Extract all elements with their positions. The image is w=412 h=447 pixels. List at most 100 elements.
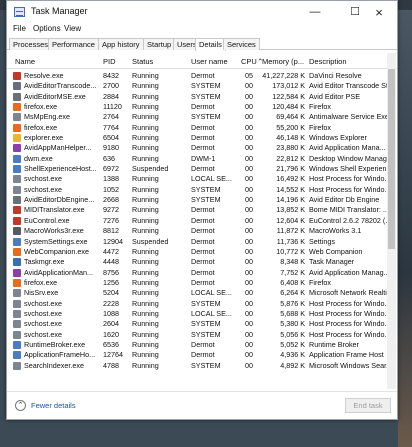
table-row[interactable]: ApplicationFrameHo... 12764 Running Dermot 0… — [7, 350, 397, 360]
process-icon — [13, 103, 21, 112]
cell-user: SYSTEM — [191, 319, 221, 329]
table-row[interactable]: NisSrv.exe 5204 Running LOCAL SE... 00 6,264 … — [7, 288, 397, 298]
cell-memory: 41,227,228 K — [262, 71, 305, 80]
cell-name: AvidEditorDbEngine... — [24, 195, 95, 205]
cell-cpu: 00 — [245, 174, 253, 184]
table-row[interactable]: RuntimeBroker.exe 6536 Running Dermot 00 5,05… — [7, 340, 397, 350]
cell-description: Windows Explorer — [309, 133, 367, 143]
table-row[interactable]: WebCompanion.exe 4472 Running Dermot 00 10,77… — [7, 247, 397, 257]
cell-user: SYSTEM — [191, 329, 221, 339]
table-row[interactable]: Taskmgr.exe 4448 Running Dermot 00 8,348 K Tas… — [7, 257, 397, 267]
process-icon — [13, 113, 21, 122]
chevron-up-icon[interactable]: ⌃ — [15, 400, 26, 411]
table-row[interactable]: AvidEditorMSE.exe 2884 Running SYSTEM 00 122,… — [7, 92, 397, 102]
tab-details[interactable]: Details — [195, 38, 226, 51]
cell-status: Running — [132, 288, 159, 298]
cell-pid: 11120 — [103, 102, 122, 112]
menu-view[interactable]: View — [64, 24, 81, 33]
scrollbar-thumb[interactable] — [388, 69, 395, 249]
cell-name: svchost.exe — [24, 308, 62, 318]
table-row[interactable]: AvidEditorDbEngine... 2668 Running SYSTEM 00… — [7, 195, 397, 205]
title-bar[interactable]: Task Manager — ☐ × — [7, 1, 397, 24]
cell-cpu: 00 — [245, 246, 253, 256]
table-row[interactable]: SearchIndexer.exe 4788 Running SYSTEM 00 4,89… — [7, 361, 397, 371]
cell-user: Dermot — [191, 205, 215, 215]
table-row[interactable]: svchost.exe 2604 Running SYSTEM 00 5,380 K Hos… — [7, 319, 397, 329]
tab-performance[interactable]: Performance — [48, 38, 99, 50]
table-row[interactable]: svchost.exe 1088 Running LOCAL SE... 00 5,688… — [7, 309, 397, 319]
column-header-name[interactable]: Name — [15, 57, 35, 66]
process-icon — [13, 330, 21, 339]
table-row[interactable]: MIDITranslator.exe 9272 Running Dermot 00 13,… — [7, 205, 397, 215]
table-row[interactable]: svchost.exe 1620 Running SYSTEM 00 5,056 K Hos… — [7, 330, 397, 340]
menu-options[interactable]: Options — [33, 24, 61, 33]
cell-status: Running — [132, 71, 159, 80]
cell-status: Running — [132, 205, 159, 215]
cell-description: Host Process for Windo... — [309, 174, 391, 184]
cell-pid: 9180 — [103, 143, 119, 153]
table-row[interactable]: MsMpEng.exe 2764 Running SYSTEM 00 69,464 K An… — [7, 112, 397, 122]
cell-cpu: 00 — [245, 81, 253, 91]
cell-description: DaVinci Resolve — [309, 71, 362, 80]
cell-status: Running — [132, 226, 159, 236]
tab-app-history[interactable]: App history — [98, 38, 144, 50]
cell-user: Dermot — [191, 71, 215, 80]
cell-user: SYSTEM — [191, 81, 221, 91]
cell-cpu: 00 — [245, 350, 253, 360]
cell-name: svchost.exe — [24, 174, 62, 184]
process-icon — [13, 185, 21, 194]
table-row[interactable]: AvidAppManHelper... 9180 Running Dermot 00 23… — [7, 143, 397, 153]
cell-name: firefox.exe — [24, 277, 58, 287]
cell-user: Dermot — [191, 122, 215, 132]
cell-memory: 11,872 K — [276, 226, 305, 236]
cell-pid: 2884 — [103, 91, 119, 101]
end-task-button[interactable]: End task — [345, 398, 391, 413]
minimize-button[interactable]: — — [299, 4, 331, 21]
table-row[interactable]: MacroWorks3r.exe 8812 Running Dermot 00 11,87… — [7, 226, 397, 236]
table-row[interactable]: EuControl.exe 7276 Running Dermot 00 12,604 K… — [7, 216, 397, 226]
close-button[interactable]: × — [363, 4, 395, 21]
process-table: Name PID Status User name CPU ⌃ Memory (… — [7, 53, 397, 389]
cell-name: EuControl.exe — [24, 215, 70, 225]
table-row[interactable]: Resolve.exe 8432 Running Dermot 05 41,227,228… — [7, 71, 397, 81]
table-row[interactable]: AvidApplicationMan... 8756 Running Dermot 00… — [7, 268, 397, 278]
column-header-description[interactable]: Description — [309, 57, 347, 66]
tab-startup[interactable]: Startup — [143, 38, 176, 50]
table-row[interactable]: ShellExperienceHost... 6972 Suspended Dermo… — [7, 164, 397, 174]
column-header-status[interactable]: Status — [132, 57, 153, 66]
table-row[interactable]: firefox.exe 7764 Running Dermot 00 55,200 K Fi… — [7, 123, 397, 133]
cell-name: NisSrv.exe — [24, 288, 59, 298]
cell-memory: 6,264 K — [280, 288, 305, 298]
cell-description: MacroWorks 3.1 — [309, 226, 362, 236]
tab-services[interactable]: Services — [223, 38, 260, 50]
column-header-cpu[interactable]: CPU — [241, 57, 257, 66]
cell-memory: 14,552 K — [276, 184, 305, 194]
cell-description: Avid Editor Transcode St... — [309, 81, 391, 91]
cell-status: Running — [132, 339, 159, 349]
table-row[interactable]: dwm.exe 636 Running DWM-1 00 22,812 K Desktop … — [7, 154, 397, 164]
table-row[interactable]: svchost.exe 2228 Running SYSTEM 00 5,876 K Hos… — [7, 299, 397, 309]
table-row[interactable]: explorer.exe 6504 Running Dermot 00 46,148 K W… — [7, 133, 397, 143]
tab-processes[interactable]: Processes — [9, 38, 53, 50]
column-header-pid[interactable]: PID — [103, 57, 116, 66]
cell-memory: 22,812 K — [276, 153, 305, 163]
cell-memory: 173,012 K — [272, 81, 305, 91]
vertical-scrollbar[interactable] — [387, 53, 396, 389]
table-row[interactable]: svchost.exe 1388 Running LOCAL SE... 00 16,49… — [7, 174, 397, 184]
menu-file[interactable]: File — [13, 24, 26, 33]
cell-memory: 5,052 K — [280, 339, 305, 349]
cell-status: Running — [132, 329, 159, 339]
table-row[interactable]: SystemSettings.exe 12904 Suspended Dermot 00… — [7, 237, 397, 247]
process-icon — [13, 289, 21, 298]
table-row[interactable]: firefox.exe 1256 Running Dermot 00 6,408 K Fir… — [7, 278, 397, 288]
column-header-memory[interactable]: Memory (p... — [262, 57, 304, 66]
background-desktop — [398, 10, 412, 447]
table-row[interactable]: firefox.exe 11120 Running Dermot 00 120,484 K… — [7, 102, 397, 112]
cell-user: Dermot — [191, 350, 215, 360]
table-row[interactable]: AvidEditorTranscode... 2700 Running SYSTEM 0… — [7, 81, 397, 91]
table-row[interactable]: svchost.exe 1052 Running SYSTEM 00 14,552 K Ho… — [7, 185, 397, 195]
process-icon — [13, 299, 21, 308]
fewer-details-link[interactable]: Fewer details — [31, 401, 76, 410]
column-header-user[interactable]: User name — [191, 57, 228, 66]
cell-memory: 6,408 K — [280, 277, 305, 287]
